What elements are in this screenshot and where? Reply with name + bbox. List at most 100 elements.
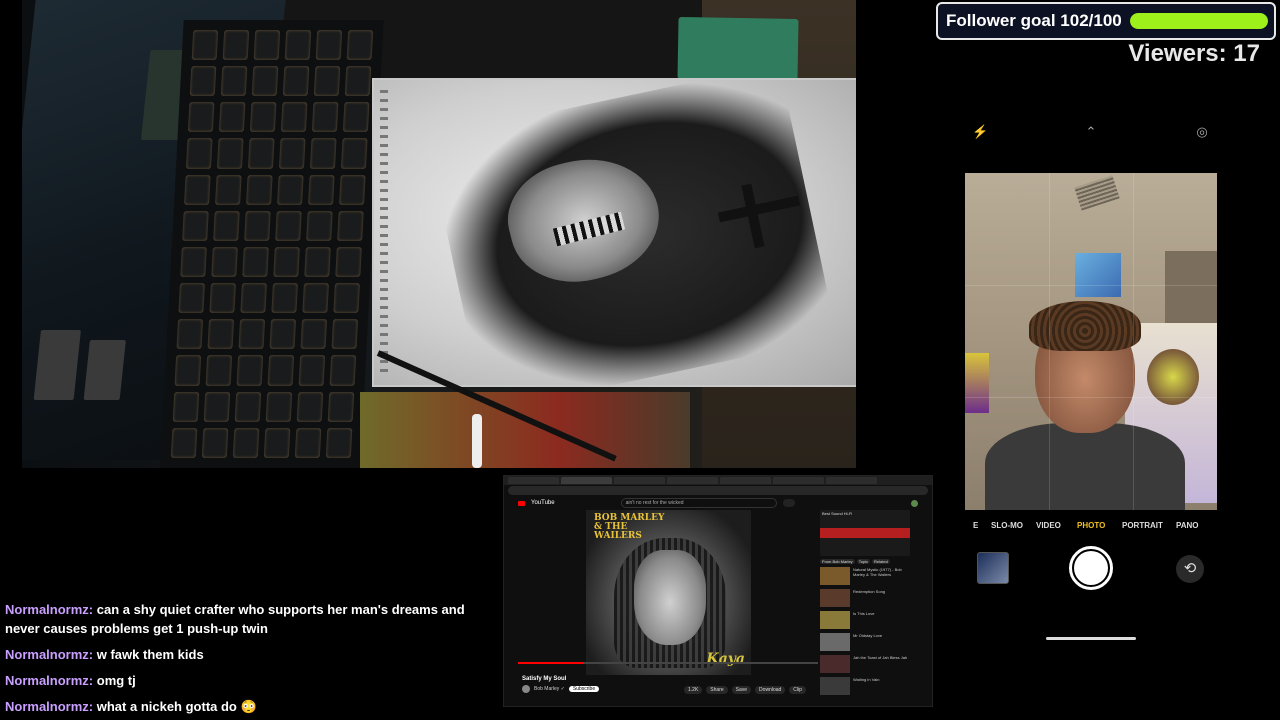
recommended-title[interactable]: Redemption Song	[853, 589, 911, 607]
sketchbook-drawing	[374, 63, 856, 413]
recommended-video[interactable]: Is This Love	[820, 611, 920, 629]
mode-pano[interactable]: PANO	[1176, 521, 1199, 530]
camera-grid-line	[1133, 173, 1134, 510]
browser-tab[interactable]	[773, 477, 824, 484]
browser-tab-active[interactable]	[561, 477, 612, 484]
video-actions: 1.2K Share Save Download Clip	[684, 686, 806, 694]
mode-video[interactable]: VIDEO	[1036, 521, 1061, 530]
address-bar[interactable]	[508, 486, 928, 495]
album-cover-title: BOB MARLEY & THE WAILERS	[594, 513, 665, 541]
phone-camera-viewfinder[interactable]	[965, 173, 1217, 510]
like-button[interactable]: 1.2K	[684, 686, 703, 694]
filter-chip[interactable]: From Bob Marley	[820, 559, 855, 564]
chat-username[interactable]: Normalnormz:	[5, 602, 93, 617]
mode-portrait[interactable]: PORTRAIT	[1122, 521, 1163, 530]
search-input[interactable]: ain't no rest for the wicked	[620, 498, 777, 508]
follower-goal-fill	[1129, 13, 1268, 29]
laptop-thumbnail	[33, 330, 81, 400]
chat-panel: Normalnormz: can a shy quiet crafter who…	[5, 600, 485, 720]
recommended-thumbnail[interactable]	[820, 589, 850, 607]
recommended-thumbnail[interactable]	[820, 633, 850, 651]
recommended-thumbnail[interactable]	[820, 655, 850, 673]
recommended-video[interactable]: Mr Oldstay Love	[820, 633, 920, 651]
youtube-logo-icon[interactable]	[518, 500, 525, 506]
channel-avatar[interactable]	[522, 685, 530, 693]
wall-poster	[965, 353, 989, 413]
shutter-inner	[1074, 551, 1108, 585]
recommended-video[interactable]: Waiting In Vain	[820, 677, 920, 695]
chat-username[interactable]: Normalnormz:	[5, 699, 93, 714]
chevron-up-icon[interactable]: ⌃	[1083, 124, 1099, 140]
chat-username[interactable]: Normalnormz:	[5, 673, 93, 688]
overhead-camera-feed	[22, 0, 856, 468]
sidebar-ad-title: Best Sound Hi-Fi	[822, 511, 853, 516]
viewer-count: Viewers: 17	[1128, 40, 1260, 67]
stream-canvas: YouTube ain't no rest for the wicked BOB…	[0, 0, 1280, 720]
clip-button[interactable]: Clip	[789, 686, 806, 694]
recommended-video[interactable]: Jah the Toast of Jah Bless Jah	[820, 655, 920, 673]
browser-tab-bar	[504, 476, 932, 485]
chat-text: w fawk them kids	[96, 647, 204, 662]
camera-flip-icon[interactable]: ⟲	[1176, 555, 1204, 583]
camera-grid-line	[965, 397, 1217, 398]
download-button[interactable]: Download	[755, 686, 786, 694]
recommended-title[interactable]: Jah the Toast of Jah Bless Jah	[853, 655, 911, 673]
save-button[interactable]: Save	[731, 686, 752, 694]
recommended-title[interactable]: Waiting In Vain	[853, 677, 911, 695]
follower-goal-label: Follower goal 102/100	[946, 11, 1122, 30]
channel-name[interactable]: Bob Marley ✓	[534, 686, 565, 692]
streamer-hair	[1029, 301, 1141, 351]
share-button[interactable]: Share	[706, 686, 728, 694]
sidebar-ad[interactable]: Best Sound Hi-Fi	[820, 510, 910, 556]
subscribe-button[interactable]: Subscribe	[568, 686, 600, 692]
channel-row: Bob Marley ✓ Subscribe	[522, 685, 600, 693]
chat-username[interactable]: Normalnormz:	[5, 647, 93, 662]
filter-chip[interactable]: Topic	[856, 559, 871, 564]
photo-gallery-thumbnail[interactable]	[977, 552, 1009, 584]
wall-poster	[1075, 253, 1121, 297]
flash-off-icon[interactable]: ⚡	[972, 124, 988, 140]
account-avatar[interactable]	[911, 499, 918, 507]
video-progress-bar[interactable]	[518, 662, 818, 664]
follower-goal-bar	[1129, 13, 1268, 29]
browser-tab[interactable]	[720, 477, 771, 484]
keyboard	[160, 20, 384, 468]
phone-top-controls: ⚡ ⌃ ◎	[965, 124, 1217, 142]
mode-slo-mo[interactable]: SLO-MO	[991, 521, 1023, 530]
filter-chips: From Bob Marley Topic Related	[820, 559, 920, 564]
browser-tab[interactable]	[614, 477, 665, 484]
recommended-title[interactable]: Mr Oldstay Love	[853, 633, 911, 651]
video-player[interactable]: BOB MARLEY & THE WAILERS Kaya	[586, 510, 751, 675]
recommended-thumbnail[interactable]	[820, 567, 850, 585]
recommended-thumbnail[interactable]	[820, 677, 850, 695]
filter-chip[interactable]: Related	[872, 559, 890, 564]
ceiling-vent	[1074, 175, 1120, 211]
home-indicator[interactable]	[1046, 637, 1136, 640]
search-button[interactable]	[782, 499, 795, 507]
recommended-title[interactable]: Natural Mystic (1977) - Bob Marley & The…	[853, 567, 911, 585]
browser-tab[interactable]	[826, 477, 877, 484]
camera-grid-line	[965, 285, 1217, 286]
recommended-title[interactable]: Is This Love	[853, 611, 911, 629]
sketchbook-spiral	[380, 90, 388, 375]
camera-mode-selector: E SLO-MO VIDEO PHOTO PORTRAIT PANO	[965, 521, 1217, 535]
youtube-browser-window: YouTube ain't no rest for the wicked BOB…	[503, 475, 933, 707]
recommended-video[interactable]: Natural Mystic (1977) - Bob Marley & The…	[820, 567, 920, 585]
mode-time-lapse[interactable]: E	[973, 521, 978, 530]
chat-message: Normalnormz: omg tj	[5, 671, 485, 690]
recommendations-sidebar: Best Sound Hi-Fi From Bob Marley Topic R…	[820, 510, 920, 706]
follower-goal-widget: Follower goal 102/100	[936, 2, 1276, 40]
live-photo-icon[interactable]: ◎	[1194, 124, 1210, 140]
browser-tab[interactable]	[508, 477, 559, 484]
youtube-site-name[interactable]: YouTube	[531, 500, 555, 506]
laptop-thumbnail	[83, 340, 126, 400]
chat-message: Normalnormz: what a nickeh gotta do 😳	[5, 697, 485, 716]
recommended-video[interactable]: Redemption Song	[820, 589, 920, 607]
recommended-thumbnail[interactable]	[820, 611, 850, 629]
art-mat	[360, 392, 690, 468]
chat-text: what a nickeh gotta do 😳	[96, 699, 257, 714]
shutter-button[interactable]	[1069, 546, 1113, 590]
video-progress-fill	[518, 662, 584, 664]
browser-tab[interactable]	[667, 477, 718, 484]
mode-photo[interactable]: PHOTO	[1077, 521, 1105, 530]
